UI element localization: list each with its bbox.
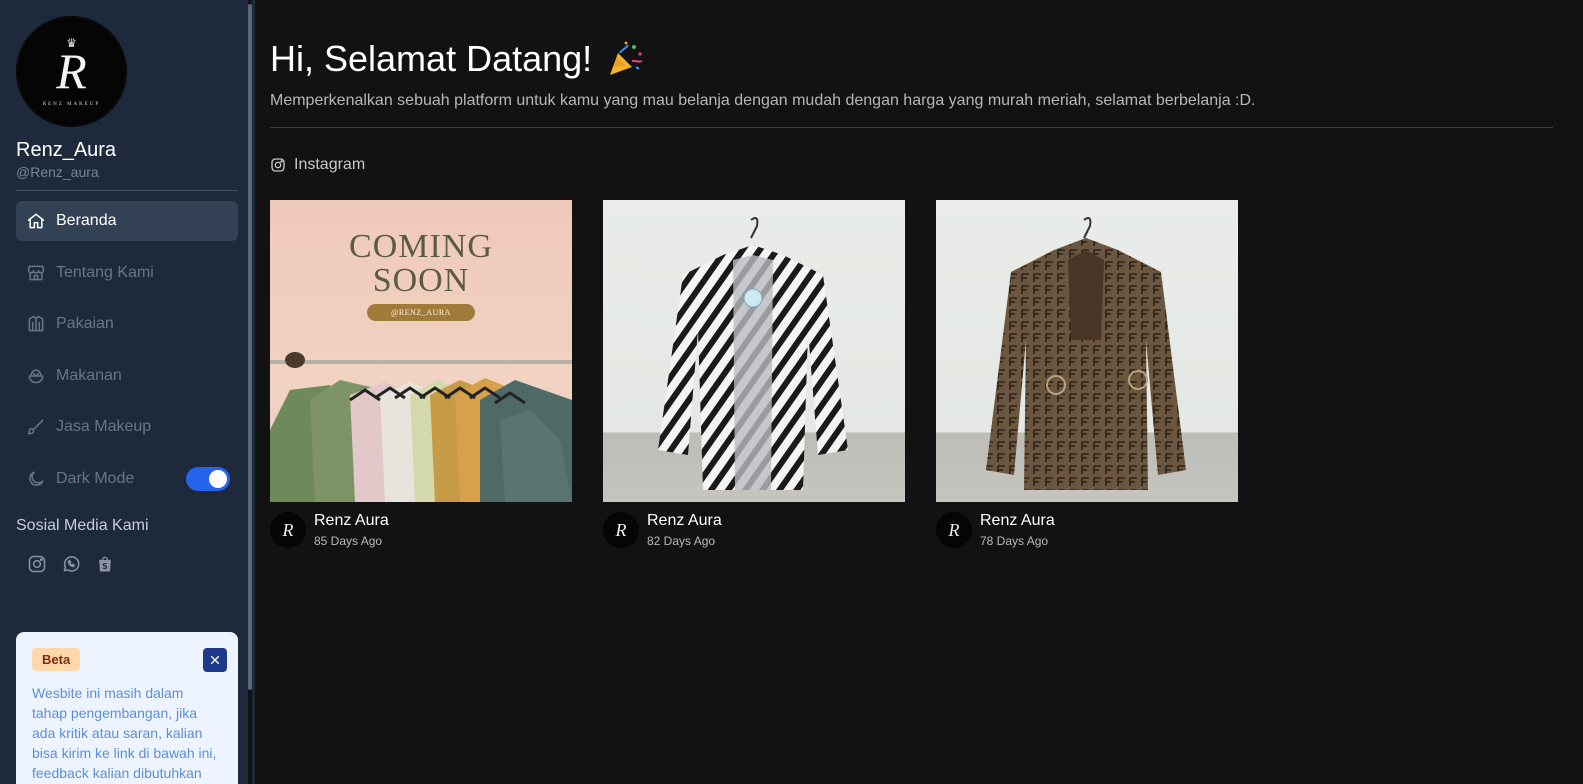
sidebar-item-label: Tentang Kami [56,263,154,281]
main-content: Hi, Selamat Datang! Memperkenalkan sebua… [270,0,1553,548]
page-title: Hi, Selamat Datang! [270,38,1553,80]
beta-text: Wesbite ini masih dalam tahap pengembang… [32,685,217,781]
instagram-icon [271,158,285,172]
sidebar-item-label: Jasa Makeup [56,418,152,435]
profile-name: Renz_Aura [16,139,117,161]
sidebar-divider [16,190,238,191]
source-text: Instagram [294,156,366,173]
sidebar-item-makanan[interactable]: Makanan [16,356,238,396]
page-subtitle: Memperkenalkan sebuah platform untuk kam… [270,92,1256,109]
logo-letter: R [56,43,87,99]
sidebar-edge [252,0,255,784]
store-icon [26,263,46,283]
avatar[interactable]: R [936,512,972,548]
social-title: Sosial Media Kami [16,516,149,534]
avatar[interactable]: R [270,512,306,548]
social-icons: S [16,553,232,575]
sidebar-item-label: Makanan [56,366,122,384]
instagram-icon[interactable] [26,553,48,575]
dark-mode-label: Dark Mode [56,469,135,487]
post-time: 82 Days Ago [647,534,716,548]
party-popper-icon [610,41,643,75]
beta-card: Beta Wesbite ini masih dalam tahap penge… [16,632,238,784]
dark-mode-row: Dark Mode [16,459,238,499]
post-card[interactable]: COMING SOON @RENZ_AURA R Renz Aura 85 Da… [270,200,572,548]
sidebar-nav: Beranda Tentang Kami Pakaian Makanan Jas… [16,201,238,499]
post-image[interactable]: COMING SOON @RENZ_AURA [270,200,572,502]
post-card[interactable]: R Renz Aura 82 Days Ago [603,200,905,548]
svg-text:S: S [102,562,107,571]
dark-mode-toggle[interactable] [186,466,230,491]
shirt-icon [26,314,46,334]
post-card[interactable]: R Renz Aura 78 Days Ago [936,200,1238,548]
sidebar-item-label: Pakaian [56,315,114,332]
post-meta: R Renz Aura 82 Days Ago [603,512,905,548]
brand-logo[interactable]: ♛ R RENZ MAKEUP [16,16,127,127]
close-icon [210,655,220,665]
sidebar-item-jasa-makeup[interactable]: Jasa Makeup [16,407,238,447]
page-title-text: Hi, Selamat Datang! [270,38,593,79]
sidebar-item-beranda[interactable]: Beranda [16,201,238,241]
post-meta: R Renz Aura 78 Days Ago [936,512,1238,548]
toggle-knob [209,469,227,488]
whatsapp-icon[interactable] [60,553,82,575]
post-image[interactable] [603,200,905,502]
post-author[interactable]: Renz Aura [647,512,722,530]
moon-icon [26,469,46,489]
shopee-icon[interactable]: S [94,553,116,575]
close-button[interactable] [203,648,227,672]
source-label: Instagram [270,156,1553,174]
monogram-jacket-illustration [986,217,1186,490]
sidebar-item-label: Beranda [56,212,117,229]
post-meta: R Renz Aura 85 Days Ago [270,512,572,548]
clothes-illustration [270,352,572,502]
sidebar: ♛ R RENZ MAKEUP Renz_Aura @Renz_aura Ber… [0,0,248,784]
bowl-icon [26,366,46,386]
brush-icon [26,417,46,437]
beta-badge: Beta [32,648,81,671]
post-author[interactable]: Renz Aura [314,512,389,530]
logo-text: RENZ MAKEUP [42,102,101,107]
avatar[interactable]: R [603,512,639,548]
post-image[interactable] [936,200,1238,502]
post-grid: COMING SOON @RENZ_AURA R Renz Aura 85 Da… [270,200,1553,548]
sidebar-item-tentang-kami[interactable]: Tentang Kami [16,253,238,293]
post-time: 85 Days Ago [314,534,383,548]
post-time: 78 Days Ago [980,534,1049,548]
main-divider [270,127,1553,128]
post-author[interactable]: Renz Aura [980,512,1055,530]
zebra-jacket-illustration [658,217,848,490]
profile-handle: @Renz_aura [16,164,99,180]
home-icon [26,211,46,231]
sidebar-item-pakaian[interactable]: Pakaian [16,304,238,344]
